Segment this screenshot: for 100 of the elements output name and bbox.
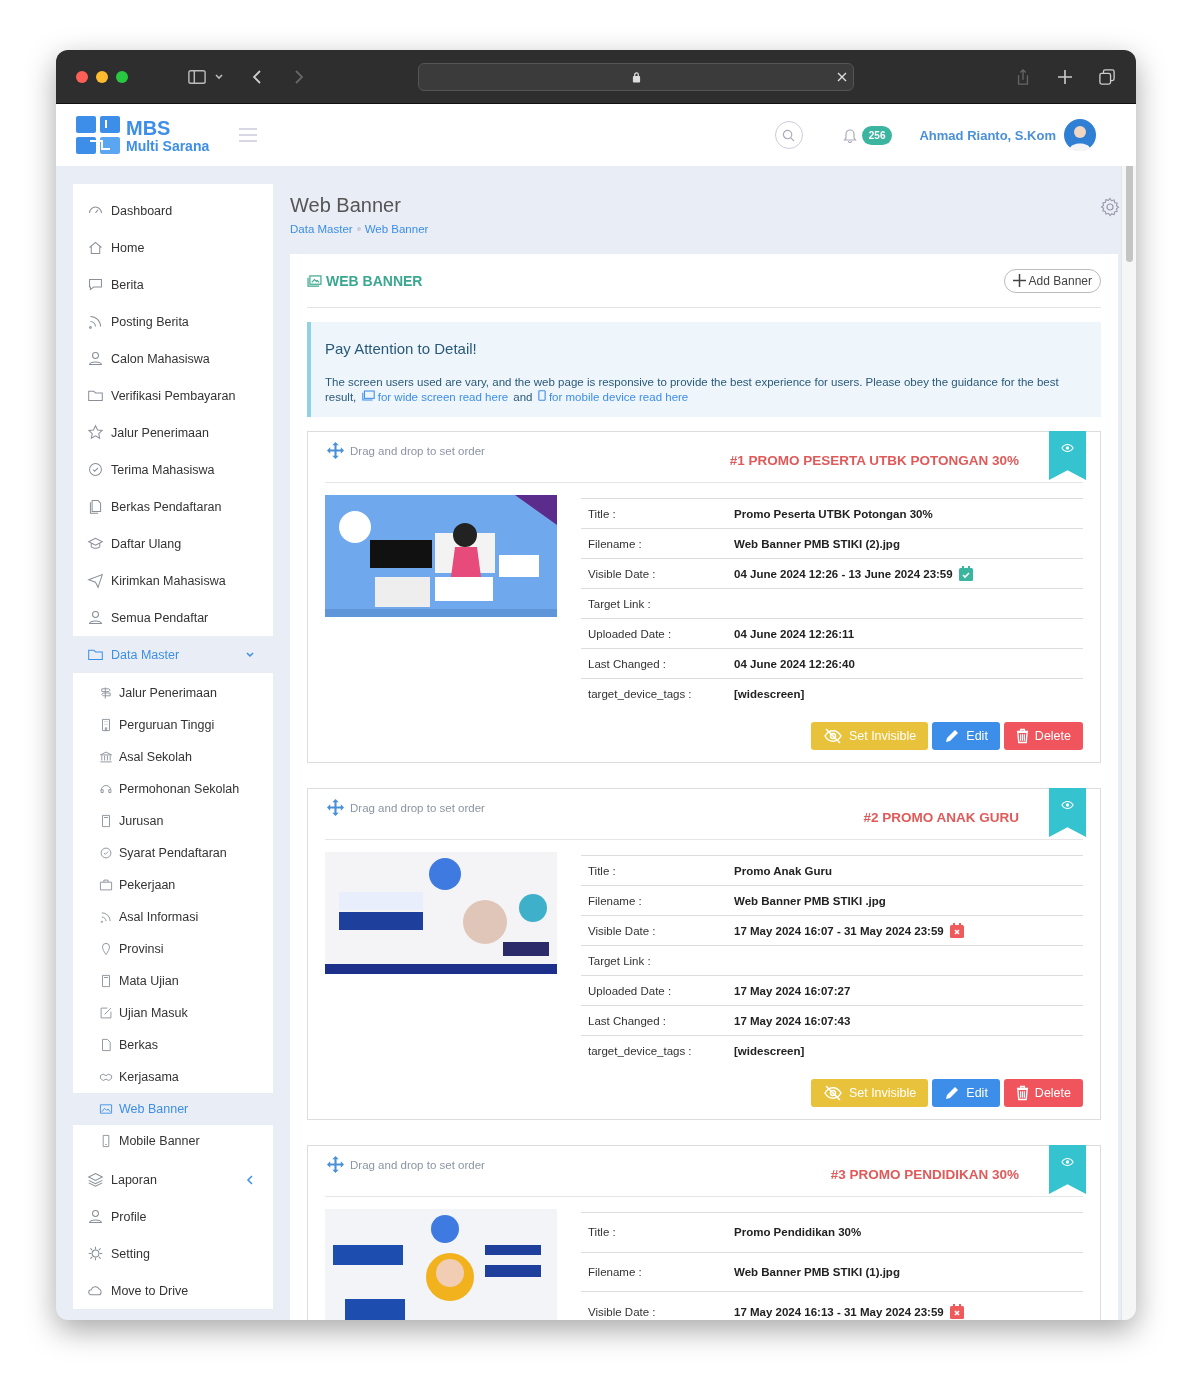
field-value: 04 June 2024 12:26:40 [734,657,855,670]
sidebar-item[interactable]: Berkas Pendaftaran [73,488,273,525]
sidebar-item[interactable]: Calon Mahasiswa [73,340,273,377]
field-label: target_device_tags : [581,678,727,708]
sidebar-subitem[interactable]: Mobile Banner [73,1125,273,1157]
avatar[interactable] [1064,119,1096,151]
field-value: 04 June 2024 12:26 - 13 June 2024 23:59 [734,567,953,580]
columns-icon [99,750,113,764]
zoom-window-button[interactable] [116,70,128,83]
sidebar-toggle-icon[interactable] [188,68,206,85]
bookmark-ribbon[interactable] [1049,431,1086,480]
chevron-down-icon[interactable] [214,71,224,82]
field-label: Title : [581,498,727,529]
field-value: Web Banner PMB STIKI (2).jpg [734,537,900,550]
sidebar-item[interactable]: Laporan [73,1161,273,1198]
drag-hint: Drag and drop to set order [350,801,485,814]
cap-icon [87,535,104,552]
sidebar-subitem[interactable]: Asal Sekolah [73,741,273,773]
drag-hint: Drag and drop to set order [350,1158,485,1171]
tabs-icon[interactable] [1098,68,1116,85]
lock-icon [631,70,641,83]
field-value: [widescreen] [734,687,805,700]
sidebar-subitem[interactable]: Perguruan Tinggi [73,709,273,741]
field-label: Target Link : [581,588,727,619]
field-label: target_device_tags : [581,1035,727,1065]
field-value: 04 June 2024 12:26:11 [734,627,855,640]
sidebar-item[interactable]: Semua Pendaftar [73,599,273,636]
notification-badge: 256 [861,125,893,145]
sidebar-subitem[interactable]: Berkas [73,1029,273,1061]
sidebar-item[interactable]: Daftar Ulang [73,525,273,562]
sidebar-subitem[interactable]: Pekerjaan [73,869,273,901]
sidebar-item[interactable]: Jalur Penerimaan [73,414,273,451]
sidebar-subitem[interactable]: Mata Ujian [73,965,273,997]
person-icon [87,1208,104,1225]
notice-text: The screen users used are vary, and the web page is responsive to provide the best experience for users. Please obey the guidance for the best result, for wide screen read here and for mobile device read here [325,375,1060,405]
chevron-down-icon [245,649,255,660]
plus-icon[interactable] [1056,68,1074,85]
person-icon [87,350,104,367]
chat-icon [87,276,104,293]
eye-icon [1061,800,1074,810]
sidebar-item[interactable]: Verifikasi Pembayaran [73,377,273,414]
notice-title: Pay Attention to Detail! [325,340,478,357]
sidebar-item[interactable]: Setting [73,1235,273,1272]
field-value: Web Banner PMB STIKI (1).jpg [734,1266,900,1279]
sidebar-item[interactable]: Posting Berita [73,303,273,340]
bookmark-ribbon[interactable] [1049,1145,1086,1194]
eye-slash-icon [822,728,843,744]
sidebar-subitem[interactable]: Provinsi [73,933,273,965]
field-label: Uploaded Date : [581,975,727,1006]
sidebar-item[interactable]: Profile [73,1198,273,1235]
field-label: Last Changed : [581,1005,727,1036]
banner-heading: #3 PROMO PENDIDIKAN 30% [830,1167,1019,1182]
sidebar-subitem[interactable]: Syarat Pendaftaran [73,837,273,869]
sidebar-item[interactable]: Home [73,229,273,266]
star-icon [87,424,104,441]
eye-slash-icon [822,1085,843,1101]
field-value: 17 May 2024 16:07:43 [734,1014,851,1027]
send-icon [87,572,104,589]
sidebar-subitem[interactable]: Kerjasama [73,1061,273,1093]
field-value: 17 May 2024 16:13 - 31 May 2024 23:59 [734,1305,944,1318]
image-icon [361,390,375,401]
close-window-button[interactable] [76,70,88,83]
sidebar-item[interactable]: Move to Drive [73,1272,273,1309]
sidebar-item[interactable]: Dashboard [73,192,273,229]
move-icon[interactable] [327,799,344,816]
sidebar-item[interactable]: Kirimkan Mahasiswa [73,562,273,599]
sidebar-subitem[interactable]: Jalur Penerimaan [73,677,273,709]
field-label: Visible Date : [581,1291,727,1320]
file-icon [99,1038,113,1052]
sidebar-subitem[interactable]: Asal Informasi [73,901,273,933]
add-banner-button[interactable]: Add Banner [1003,268,1101,293]
bookmark-ribbon[interactable] [1049,788,1086,837]
field-label: Filename : [581,885,727,916]
move-icon[interactable] [327,1156,344,1173]
sidebar-subitem[interactable]: Permohonan Sekolah [73,773,273,805]
trash-icon [1015,1085,1029,1101]
sidebar-subitem[interactable]: Jurusan [73,805,273,837]
eye-icon [1061,443,1074,453]
page-title: Web Banner [290,194,402,217]
bell-icon[interactable] [842,127,857,143]
brand-subtitle: Multi Sarana [126,138,210,153]
field-label: Visible Date : [581,558,727,589]
brand-name: MBS [126,117,172,138]
trash-icon [1015,728,1029,744]
search-icon [782,128,796,142]
field-value: Promo Pendidikan 30% [734,1226,862,1239]
sidebar-item[interactable]: Terima Mahasiswa [73,451,273,488]
minimize-window-button[interactable] [96,70,108,83]
field-value: Web Banner PMB STIKI .jpg [734,894,886,907]
eye-icon [1061,1157,1074,1167]
phone-icon [537,390,546,401]
field-label: Title : [581,855,727,886]
image-icon [99,1102,113,1116]
sidebar-subitem[interactable]: Ujian Masuk [73,997,273,1029]
settings-icon[interactable] [1100,197,1120,217]
close-icon[interactable] [837,71,847,82]
sidebar-item[interactable]: Berita [73,266,273,303]
book-icon [99,974,113,988]
field-label: Title : [581,1212,727,1253]
move-icon[interactable] [327,442,344,459]
